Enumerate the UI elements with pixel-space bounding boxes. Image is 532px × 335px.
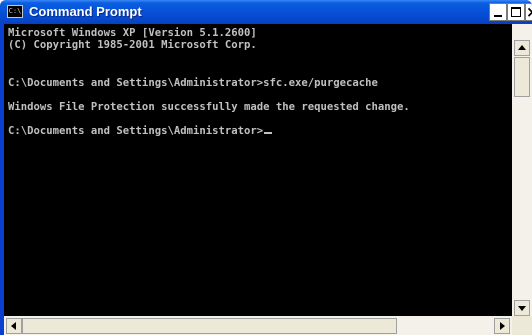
minimize-button[interactable] [489,3,507,21]
vertical-scroll-thumb[interactable] [514,57,530,97]
window-title: Command Prompt [29,4,142,19]
console-line: Windows File Protection successfully mad… [8,101,410,113]
arrow-up-icon [518,45,526,50]
scroll-up-button[interactable] [514,40,530,56]
console-icon[interactable]: C:\ [7,5,23,18]
scroll-left-button[interactable] [6,318,22,334]
console-icon-glyph: C:\ [8,7,22,15]
console-line: (C) Copyright 1985-2001 Microsoft Corp. [8,39,257,51]
console-output[interactable]: Microsoft Windows XP [Version 5.1.2600] … [4,24,512,316]
console-prompt-line: C:\Documents and Settings\Administrator> [8,125,273,137]
arrow-left-icon [11,322,16,330]
maximize-icon [511,7,521,17]
horizontal-scroll-thumb[interactable] [22,318,397,334]
scrollbar-corner [512,316,532,335]
minimize-icon [494,15,502,17]
console-line: C:\Documents and Settings\Administrator>… [8,77,378,89]
horizontal-scrollbar[interactable] [4,316,512,335]
vertical-scrollbar[interactable] [512,24,532,316]
title-bar[interactable]: C:\ Command Prompt × [0,0,532,24]
close-icon: × [526,3,532,21]
command-prompt-window: C:\ Command Prompt × Microsoft Windows X… [0,0,532,335]
console-prompt: C:\Documents and Settings\Administrator> [8,125,264,137]
close-button[interactable]: × [525,3,532,21]
maximize-button[interactable] [507,3,525,21]
arrow-right-icon [500,322,505,330]
text-cursor [264,132,273,134]
scroll-down-button[interactable] [514,300,530,316]
console-line: Microsoft Windows XP [Version 5.1.2600] [8,27,257,39]
scroll-right-button[interactable] [494,318,510,334]
arrow-down-icon [518,306,526,311]
